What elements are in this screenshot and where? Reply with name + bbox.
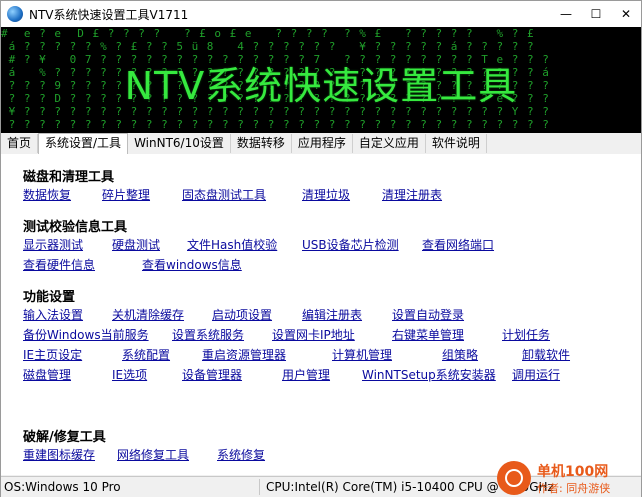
link-input-method[interactable]: 输入法设置 [23, 306, 83, 323]
section-title-function: 功能设置 [23, 290, 76, 305]
banner-title: NTV系统快速设置工具 [124, 64, 518, 108]
link-clean-junk[interactable]: 清理垃圾 [302, 186, 350, 203]
link-winntsetup[interactable]: WinNTSetup系统安装器 [362, 366, 496, 383]
link-computer-management[interactable]: 计算机管理 [332, 346, 392, 363]
link-network-ports[interactable]: 查看网络端口 [422, 236, 494, 253]
tab-bar: 首页 系统设置/工具 WinNT6/10设置 数据转移 应用程序 自定义应用 软… [1, 133, 641, 155]
link-monitor-test[interactable]: 显示器测试 [23, 236, 83, 253]
link-auto-login[interactable]: 设置自动登录 [392, 306, 464, 323]
watermark-site-name: 单机100网 [537, 464, 609, 480]
link-usb-chip-detect[interactable]: USB设备芯片检测 [302, 236, 399, 253]
link-ssd-test[interactable]: 固态盘测试工具 [182, 186, 266, 203]
link-disk-test[interactable]: 硬盘测试 [112, 236, 160, 253]
link-network-repair[interactable]: 网络修复工具 [117, 446, 189, 463]
link-windows-info[interactable]: 查看windows信息 [142, 256, 242, 273]
link-edit-registry[interactable]: 编辑注册表 [302, 306, 362, 323]
link-rebuild-icon-cache[interactable]: 重建图标缓存 [23, 446, 95, 463]
header-banner: # e ? e D £ ? ? ? ? ? £ o £ e ? ? ? ? ? … [1, 27, 641, 133]
link-ie-options[interactable]: IE选项 [112, 366, 147, 383]
tab-data-transfer[interactable]: 数据转移 [231, 134, 292, 153]
link-scheduled-tasks[interactable]: 计划任务 [502, 326, 550, 343]
link-user-management[interactable]: 用户管理 [282, 366, 330, 383]
link-system-services[interactable]: 设置系统服务 [172, 326, 244, 343]
link-backup-services[interactable]: 备份Windows当前服务 [23, 326, 149, 343]
section-title-repair: 破解/修复工具 [23, 430, 106, 445]
tab-software-info[interactable]: 软件说明 [426, 134, 487, 153]
window-controls: — ☐ ✕ [551, 1, 641, 27]
link-clean-registry[interactable]: 清理注册表 [382, 186, 442, 203]
tab-home[interactable]: 首页 [1, 134, 39, 153]
tab-applications[interactable]: 应用程序 [292, 134, 353, 153]
link-restart-explorer[interactable]: 重启资源管理器 [202, 346, 286, 363]
link-context-menu[interactable]: 右键菜单管理 [392, 326, 464, 343]
app-icon [7, 6, 23, 22]
link-data-recovery[interactable]: 数据恢复 [23, 186, 71, 203]
link-uninstall-software[interactable]: 卸载软件 [522, 346, 570, 363]
link-run-dialog[interactable]: 调用运行 [512, 366, 560, 383]
link-startup-items[interactable]: 启动项设置 [212, 306, 272, 323]
link-nic-ip[interactable]: 设置网卡IP地址 [272, 326, 355, 343]
link-msconfig[interactable]: 系统配置 [122, 346, 170, 363]
link-defrag[interactable]: 碎片整理 [102, 186, 150, 203]
site-watermark: 单机100网 作者: 同舟游侠 [497, 459, 641, 497]
tab-system-settings[interactable]: 系统设置/工具 [38, 133, 129, 155]
maximize-button[interactable]: ☐ [581, 1, 611, 27]
window-title: NTV系统快速设置工具V1711 [29, 7, 189, 22]
tab-custom-apps[interactable]: 自定义应用 [353, 134, 426, 153]
status-os: OS:Windows 10 Pro [4, 480, 121, 494]
tab-content-panel: 磁盘和清理工具 数据恢复 碎片整理 固态盘测试工具 清理垃圾 清理注册表 测试校… [1, 154, 641, 475]
minimize-button[interactable]: — [551, 1, 581, 27]
link-system-repair[interactable]: 系统修复 [217, 446, 265, 463]
section-title-disk: 磁盘和清理工具 [23, 170, 115, 185]
link-hardware-info[interactable]: 查看硬件信息 [23, 256, 95, 273]
app-window: NTV系统快速设置工具V1711 — ☐ ✕ # e ? e D £ ? ? ?… [0, 0, 642, 497]
link-device-manager[interactable]: 设备管理器 [182, 366, 242, 383]
watermark-logo-icon [497, 461, 531, 495]
close-button[interactable]: ✕ [611, 1, 641, 27]
link-group-policy[interactable]: 组策略 [442, 346, 478, 363]
tab-winnt-settings[interactable]: WinNT6/10设置 [128, 134, 231, 153]
watermark-author: 作者: 同舟游侠 [537, 482, 611, 495]
section-title-test: 测试校验信息工具 [23, 220, 128, 235]
status-divider [259, 479, 260, 495]
link-file-hash[interactable]: 文件Hash值校验 [187, 236, 277, 253]
link-ie-homepage[interactable]: IE主页设定 [23, 346, 82, 363]
link-shutdown-clear-cache[interactable]: 关机清除缓存 [112, 306, 184, 323]
title-bar[interactable]: NTV系统快速设置工具V1711 — ☐ ✕ [1, 1, 641, 27]
link-disk-management[interactable]: 磁盘管理 [23, 366, 71, 383]
